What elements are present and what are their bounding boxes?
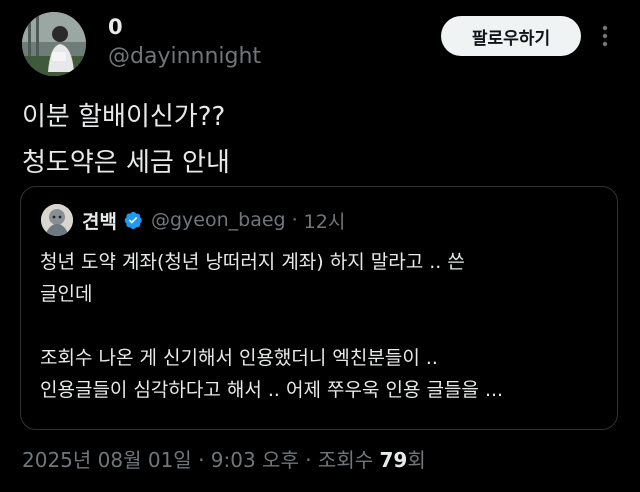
more-options-button[interactable] — [592, 20, 618, 52]
tweet-text: 이분 할배이신가?? 청도약은 세금 안내 — [22, 102, 230, 178]
view-count-suffix: 회 — [407, 448, 426, 472]
view-count: 79 — [379, 448, 408, 472]
quoted-author-name[interactable]: 견백 — [82, 207, 117, 234]
three-dots-vertical-icon — [602, 25, 608, 47]
quoted-avatar-image-icon — [41, 204, 73, 236]
quoted-timestamp[interactable]: 12시 — [304, 207, 346, 234]
quoted-tweet-header: 견백 @gyeon_baeg · 12시 — [82, 205, 345, 235]
profile-photo-icon — [22, 12, 86, 76]
author-handle[interactable]: @dayinnnight — [108, 43, 261, 71]
separator-dot: · — [291, 209, 298, 231]
quoted-author-handle[interactable]: @gyeon_baeg — [151, 209, 286, 231]
tweet-meta: 2025년 08월 01일 · 9:03 오후 · 조회수 79회 — [22, 444, 426, 476]
quoted-tweet-text: 청년 도약 계좌(청년 낭떠러지 계좌) 하지 말라고 .. 쓴 글인데 조회수… — [40, 251, 504, 401]
verified-badge-icon — [123, 210, 143, 230]
follow-button[interactable]: 팔로우하기 — [441, 16, 581, 56]
author-avatar[interactable] — [22, 12, 86, 76]
author-display-name[interactable]: 0 — [108, 14, 123, 40]
tweet-datetime[interactable]: 2025년 08월 01일 · 9:03 오후 · 조회수 — [22, 448, 379, 472]
quoted-author-avatar[interactable] — [41, 204, 73, 236]
